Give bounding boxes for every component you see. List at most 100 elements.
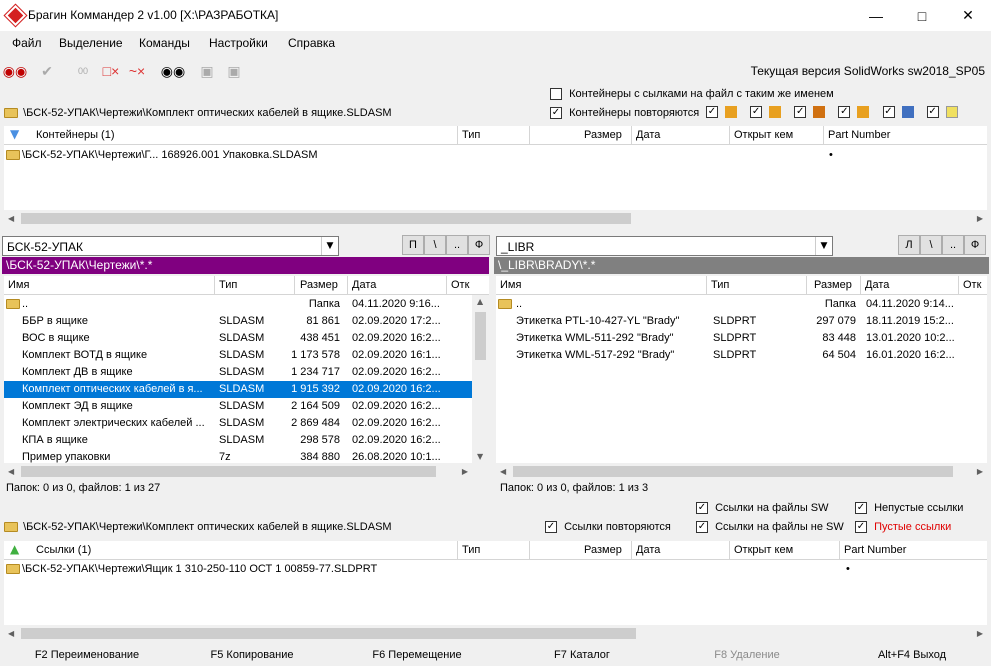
right-col-name[interactable]: Имя [500,279,521,291]
file-row[interactable]: Комплект оптических кабелей в я... SLDASM… [4,381,472,398]
left-hscroll[interactable]: ◀ ▶ [4,463,489,480]
check-disabled-icon[interactable]: ✔ [36,60,58,82]
empty-links-label: Пустые ссылки [874,521,952,533]
file-date: 02.09.2020 17:2... [352,315,441,327]
window2-disabled-icon[interactable]: ▣ [223,60,245,82]
col-links-type[interactable]: Тип [462,544,480,556]
filter5-checkbox[interactable]: ✓ [882,106,895,119]
option2-checkbox[interactable]: ✓ [550,107,562,120]
col-links[interactable]: Ссылки (1) [36,544,91,556]
menu-help[interactable]: Справка [288,36,335,50]
empty-links-checkbox[interactable]: ✓ [855,521,867,534]
links-not-sw-label: Ссылки на файлы не SW [715,521,844,533]
col-links-size[interactable]: Размер [584,544,622,556]
left-btn-p[interactable]: П [402,235,424,255]
file-row[interactable]: КПА в ящике SLDASM 298 578 02.09.2020 16:2.… [4,432,472,449]
filter2-checkbox[interactable]: ✓ [750,106,763,119]
links-sw-checkbox[interactable]: ✓ [696,502,708,515]
menu-file[interactable]: Файл [12,36,42,50]
file-row[interactable]: Комплект ВОТД в ящике SLDASM 1 173 578 02.0… [4,347,472,364]
links-repeat-checkbox[interactable]: ✓ [545,521,557,534]
file-row[interactable]: .. Папка 04.11.2020 9:14... [496,296,987,313]
nonempty-links-checkbox[interactable]: ✓ [855,502,867,515]
menu-settings[interactable]: Настройки [209,36,268,50]
left-col-type[interactable]: Тип [219,279,237,291]
f6-move-button[interactable]: F6 Перемещение [330,645,504,666]
folder-icon [6,564,20,574]
left-col-size[interactable]: Размер [300,279,338,291]
file-size: 2 869 484 [291,417,340,429]
menu-commands[interactable]: Команды [139,36,190,50]
col-opened-by[interactable]: Открыт кем [734,129,793,141]
menu-bar: Файл Выделение Команды Настройки Справка [0,33,991,53]
assembly-icon [725,106,738,119]
file-row[interactable]: ББР в ящике SLDASM 81 861 02.09.2020 17:2..… [4,313,472,330]
binoculars-icon[interactable]: ◉◉ [161,60,185,82]
altf4-exit-button[interactable]: Alt+F4 Выход [825,645,991,666]
clear-selection-icon[interactable]: □× [100,60,122,82]
f2-rename-button[interactable]: F2 Переименование [0,645,174,666]
file-row[interactable]: Комплект ДВ в ящике SLDASM 1 234 717 02.09.… [4,364,472,381]
filter3-checkbox[interactable]: ✓ [794,106,807,119]
links-repeat-label: Ссылки повторяются [564,521,671,533]
file-name: .. [516,298,523,310]
right-drive-combo[interactable]: _LIBR ▼ [496,236,833,256]
unlink-icon[interactable]: ~× [126,60,148,82]
right-hscroll[interactable]: ◀ ▶ [496,463,987,480]
left-drive-combo[interactable]: БСК-52-УПАК ▼ [2,236,339,256]
col-links-opened-by[interactable]: Открыт кем [734,544,793,556]
links-not-sw-checkbox[interactable]: ✓ [696,521,708,534]
list-item[interactable]: \БСК-52-УПАК\Чертежи\Ящик 1 310-250-110 … [4,561,987,578]
left-vscroll[interactable]: ▲ ▼ [472,295,489,463]
find-disabled-icon[interactable]: 00 [72,60,94,82]
filter6-checkbox[interactable]: ✓ [926,106,939,119]
col-date[interactable]: Дата [636,129,660,141]
f8-delete-button[interactable]: F8 Удаление [660,645,834,666]
close-icon[interactable]: ✕ [945,0,991,31]
links-hscroll[interactable]: ◀ ▶ [4,625,987,642]
col-links-date[interactable]: Дата [636,544,660,556]
right-btn-l[interactable]: Л [898,235,920,255]
left-col-open[interactable]: Отк [451,279,469,291]
col-links-part-number[interactable]: Part Number [844,544,906,556]
file-row[interactable]: Этикетка PTL-10-427-YL "Brady" SLDPRT 297 … [496,313,987,330]
right-btn-root[interactable]: \ [920,235,942,255]
file-row[interactable]: Пример упаковки 7z 384 880 26.08.2020 10:1.… [4,449,472,463]
list-item[interactable]: \БСК-52-УПАК\Чертежи\Г... 168926.001 Упа… [4,147,987,164]
left-btn-root[interactable]: \ [424,235,446,255]
option1-label: Контейнеры с сылками на файл с таким же … [569,88,834,100]
minimize-icon[interactable]: — [853,0,899,31]
filter4-checkbox[interactable]: ✓ [838,106,851,119]
window-title: Брагин Коммандер 2 v1.00 [X:\РАЗРАБОТКА] [28,8,279,22]
left-btn-f[interactable]: Ф [468,235,490,255]
col-part-number[interactable]: Part Number [828,129,890,141]
menu-selection[interactable]: Выделение [59,36,123,50]
filter1-checkbox[interactable]: ✓ [706,106,718,119]
col-size[interactable]: Размер [584,129,622,141]
left-btn-up[interactable]: .. [446,235,468,255]
left-col-date[interactable]: Дата [352,279,376,291]
right-col-date[interactable]: Дата [865,279,889,291]
f5-copy-button[interactable]: F5 Копирование [165,645,339,666]
col-containers[interactable]: Контейнеры (1) [36,129,115,141]
option1-checkbox[interactable] [550,88,562,101]
file-row[interactable]: Комплект электрических кабелей ... SLDASM… [4,415,472,432]
right-btn-f[interactable]: Ф [964,235,986,255]
binoculars-red-icon[interactable]: ◉◉ [3,60,27,82]
left-col-name[interactable]: Имя [8,279,29,291]
maximize-icon[interactable]: □ [899,0,945,31]
file-row[interactable]: .. Папка 04.11.2020 9:16... [4,296,472,313]
file-row[interactable]: Этикетка WML-517-292 "Brady" SLDPRT 64 504… [496,347,987,364]
toolbar: ◉◉ ✔ 00 □× ~× ◉◉ ▣ ▣ Текущая версия Soli… [0,56,991,86]
containers-hscroll[interactable]: ◀ ▶ [4,210,987,227]
right-col-open[interactable]: Отк [963,279,981,291]
window-disabled-icon[interactable]: ▣ [196,60,218,82]
file-row[interactable]: Комплект ЭД в ящике SLDASM 2 164 509 02.09.… [4,398,472,415]
file-row[interactable]: ВОС в ящике SLDASM 438 451 02.09.2020 16:2.… [4,330,472,347]
file-row[interactable]: Этикетка WML-511-292 "Brady" SLDPRT 83 448… [496,330,987,347]
f7-mkdir-button[interactable]: F7 Каталог [495,645,669,666]
right-btn-up[interactable]: .. [942,235,964,255]
right-col-type[interactable]: Тип [711,279,729,291]
right-col-size[interactable]: Размер [814,279,852,291]
col-type[interactable]: Тип [462,129,480,141]
